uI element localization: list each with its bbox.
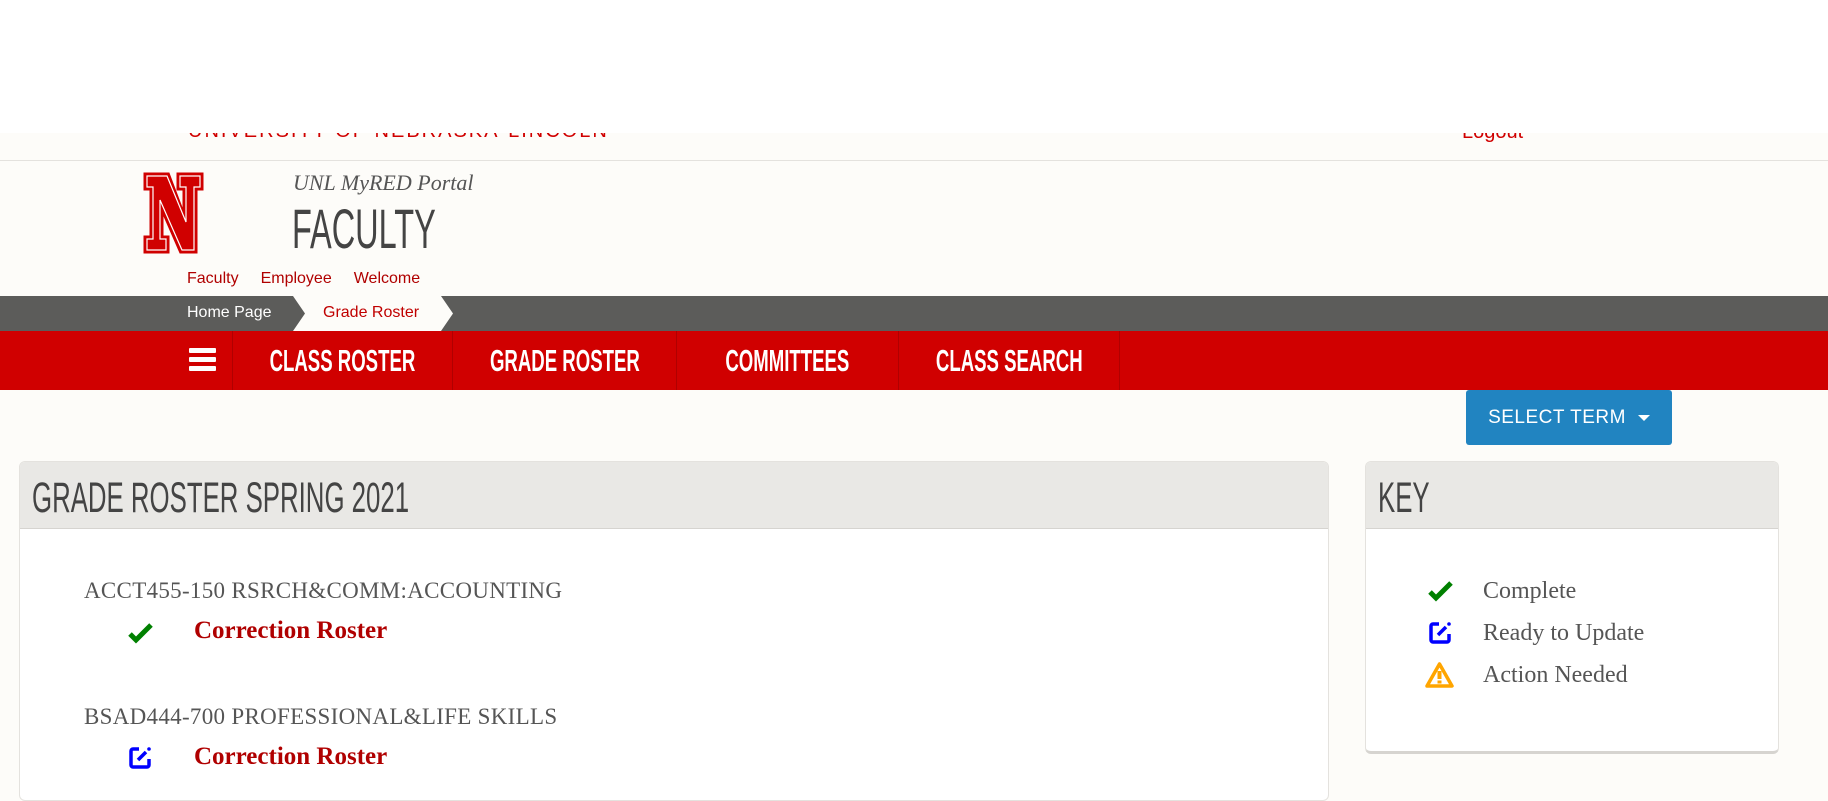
breadcrumb <box>0 296 1828 331</box>
correction-roster-link[interactable]: Correction Roster <box>194 743 387 771</box>
breadcrumb-home[interactable]: Home Page <box>187 304 272 322</box>
key-label: Complete <box>1483 578 1577 604</box>
nav-class-roster[interactable]: CLASS ROSTER <box>233 331 452 390</box>
nav-divider <box>1119 331 1120 390</box>
check-icon <box>1428 581 1453 602</box>
top-bar: UNIVERSITY OF NEBRASKA-LINCOLN Logout <box>0 133 1828 161</box>
key-label: Action Needed <box>1483 662 1628 688</box>
nebraska-n-logo[interactable] <box>143 172 204 254</box>
university-link[interactable]: UNIVERSITY OF NEBRASKA-LINCOLN <box>188 133 609 143</box>
key-label: Ready to Update <box>1483 620 1645 646</box>
key-panel: KEY <box>1365 461 1779 754</box>
nav-committees[interactable]: COMMITTEES <box>677 331 898 390</box>
edit-icon <box>1429 622 1451 644</box>
breadcrumb-current-label: Grade Roster <box>323 304 420 321</box>
caret-down-icon <box>1637 414 1650 421</box>
course-title: ACCT455-150 RSRCH&COMM:ACCOUNTING <box>84 578 563 603</box>
check-icon <box>128 623 153 644</box>
top-links: Faculty Employee Welcome <box>187 270 420 288</box>
select-term-button[interactable]: SELECT TERM <box>1466 390 1672 445</box>
course-title: BSAD444-700 PROFESSIONAL&LIFE SKILLS <box>84 704 558 729</box>
blank-top <box>0 0 1828 133</box>
link-faculty[interactable]: Faculty <box>187 270 239 288</box>
correction-roster-link[interactable]: Correction Roster <box>194 617 387 645</box>
key-title: KEY <box>1378 474 1430 522</box>
link-welcome[interactable]: Welcome <box>354 270 420 288</box>
warning-icon <box>1425 662 1454 688</box>
page-heading: FACULTY <box>292 197 436 260</box>
breadcrumb-current: Grade Roster <box>293 296 453 331</box>
link-employee[interactable]: Employee <box>261 270 332 288</box>
nav-class-search[interactable]: CLASS SEARCH <box>899 331 1119 390</box>
hamburger-icon[interactable] <box>189 348 216 375</box>
nav-grade-roster[interactable]: GRADE ROSTER <box>453 331 676 390</box>
portal-name: UNL MyRED Portal <box>293 170 474 195</box>
logout-link[interactable]: Logout <box>1462 133 1523 144</box>
panel-title: GRADE ROSTER SPRING 2021 <box>32 474 410 522</box>
edit-icon <box>129 747 151 769</box>
